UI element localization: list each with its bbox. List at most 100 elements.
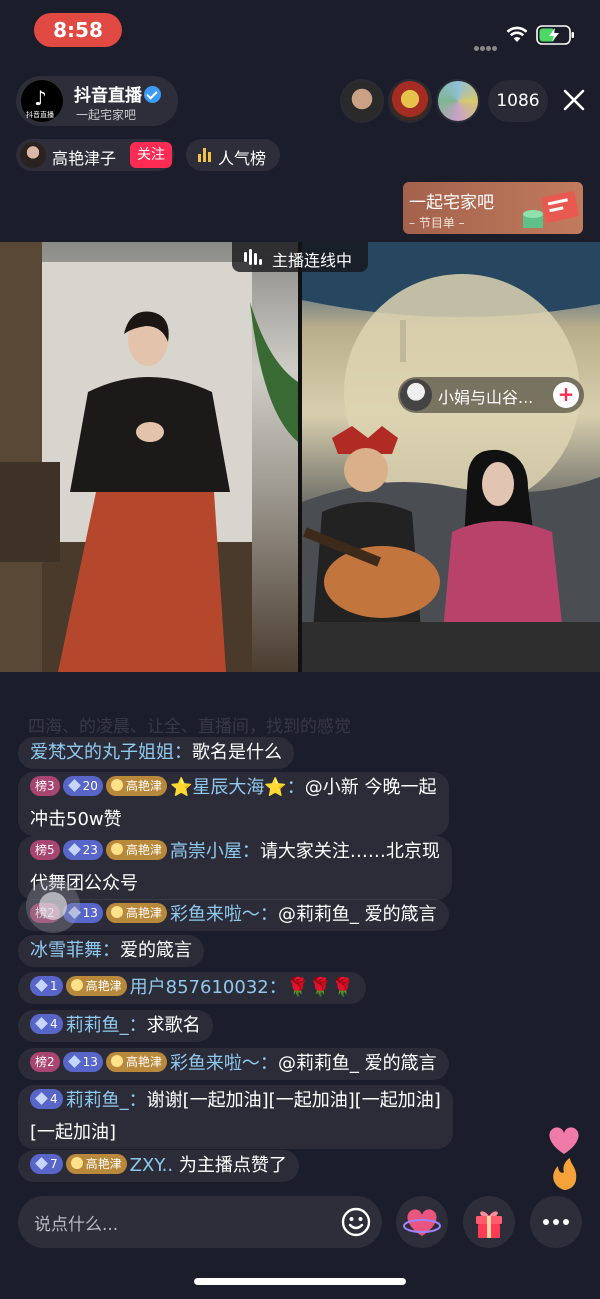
gem-icon [35,1092,48,1105]
host-pill[interactable]: 高艳津子 关注 [16,139,174,171]
chat-message[interactable]: 榜2 13 高艳津 彩鱼来啦～：@莉莉鱼_ 爱的箴言 [18,1048,449,1080]
chat-message[interactable]: 榜5 23 高艳津 高崇小屋：请大家关注……北京现 代舞团公众号 [18,836,452,900]
live-title-text: 抖音直播 [74,86,142,106]
chat-username[interactable]: 高崇小屋： [170,841,260,862]
program-card[interactable]: 一起宅家吧 – 节目单 – [403,182,583,234]
level-badge: 13 [62,1052,103,1072]
chat-faded-message: 四海、的凌晨、让全、直播间，找到的感觉 [28,717,351,737]
chat-username[interactable]: 用户857610032： [130,977,287,998]
guest-name: 小娟与山谷... [438,388,534,407]
verified-icon [144,86,161,103]
chat-message[interactable]: 爱梵文的丸子姐姐：歌名是什么 [18,737,294,769]
chat-message[interactable]: 榜3 20 高艳津 ⭐星辰大海⭐：@小新 今晚一起 冲击50w赞 [18,772,449,836]
host-video-scene [0,242,298,672]
chat-message[interactable]: 4 莉莉鱼_：谢谢[一起加油][一起加油][一起加油] [一起加油] [18,1085,453,1149]
guest-tag[interactable]: 小娟与山谷... + [398,377,584,413]
chat-message[interactable]: 1 高艳津 用户857610032：🌹🌹🌹 [18,972,366,1004]
status-bar: 8:58 [0,0,600,62]
host-video[interactable] [0,242,298,672]
level-badge: 23 [62,840,103,860]
live-video-area[interactable]: 主播连线中 [0,242,600,672]
co-host-link-label: 主播连线中 [272,251,353,270]
fans-coin-icon [110,843,123,855]
level-badge: 4 [30,1089,63,1109]
rank-label: 人气榜 [218,149,267,168]
chat-text-continued: 代舞团公众号 [30,873,138,894]
status-time: 8:58 [34,13,122,47]
chat-text-continued: 冲击50w赞 [30,809,122,830]
assistive-float-button[interactable] [26,879,80,933]
music-note-icon: ♪ [34,86,47,110]
battery-icon [536,25,574,45]
level-badge: 20 [62,776,103,796]
viewer-avatar[interactable] [388,79,432,123]
host-name: 高艳津子 [52,149,117,168]
chat-text: 谢谢[一起加油][一起加油][一起加油] [146,1090,441,1111]
chat-username[interactable]: 彩鱼来啦～： [170,904,278,925]
gem-icon [35,1017,48,1030]
fans-badge: 高艳津 [105,903,167,923]
level-badge: 7 [30,1154,63,1174]
gem-icon [67,1055,81,1068]
gem-icon [35,1157,48,1170]
like-button[interactable] [396,1196,448,1248]
more-icon [543,1219,569,1225]
logo-text: 抖音直播 [26,111,54,119]
rank-badge: 榜3 [30,776,60,796]
chat-username[interactable]: 莉莉鱼_： [66,1090,147,1111]
chat-username[interactable]: 爱梵文的丸子姐姐： [30,742,192,763]
chat-message[interactable]: 7 高艳津 ZXY.. 为主播点赞了 [18,1150,299,1182]
chat-username[interactable]: 莉莉鱼_： [66,1015,147,1036]
home-indicator[interactable] [194,1278,406,1285]
emoji-icon[interactable] [340,1206,372,1238]
gem-icon [35,979,48,992]
program-title: 一起宅家吧 [409,193,494,213]
level-badge: 1 [30,976,63,996]
chat-text: 请大家关注……北京现 [259,841,440,862]
comment-placeholder: 说点什么... [34,1215,119,1235]
chat-message[interactable]: 榜2 13 高艳津 彩鱼来啦～：@莉莉鱼_ 爱的箴言 [18,899,449,931]
fans-coin-icon [110,906,123,918]
live-title: 抖音直播 [74,81,161,106]
guest-avatar[interactable] [400,379,432,411]
guest-follow-button[interactable]: + [553,382,579,408]
chat-username[interactable]: ZXY.. [130,1155,173,1176]
chat-text: 为主播点赞了 [178,1155,287,1176]
chat-text: @莉莉鱼_ 爱的箴言 [277,904,437,925]
more-button[interactable] [530,1196,582,1248]
chat-message[interactable]: 4 莉莉鱼_：求歌名 [18,1010,213,1042]
guest-video-scene [302,242,600,672]
program-subtitle: – 节目单 – [409,216,465,230]
viewer-count[interactable]: 1086 [488,80,548,122]
chat-username[interactable]: 冰雪菲舞： [30,940,120,961]
chat-message[interactable]: 冰雪菲舞：爱的箴言 [18,935,204,967]
viewer-avatar[interactable] [436,79,480,123]
fans-coin-icon [70,1157,83,1169]
chat-username[interactable]: ⭐星辰大海⭐： [170,777,305,798]
fans-coin-icon [110,779,123,791]
chat-text: 爱的箴言 [120,940,192,961]
signal-icon [474,36,498,55]
host-avatar[interactable] [20,142,46,168]
viewer-avatar[interactable] [340,79,384,123]
guest-video[interactable] [302,242,600,672]
comment-input[interactable]: 说点什么... [18,1196,382,1248]
follow-button[interactable]: 关注 [130,142,172,168]
fans-badge: 高艳津 [105,1052,167,1072]
fans-coin-icon [70,979,83,991]
chat-text: @小新 今晚一起 [304,777,437,798]
rank-badge: 榜5 [30,840,60,860]
close-icon[interactable] [562,88,586,112]
live-room-header[interactable]: ♪ 抖音直播 抖音直播 一起宅家吧 [16,76,178,126]
gem-icon [67,843,81,856]
like-icon [403,1209,441,1236]
gift-button[interactable] [463,1196,515,1248]
level-badge: 4 [30,1014,63,1034]
fans-badge: 高艳津 [105,840,167,860]
popularity-rank-button[interactable]: 人气榜 [186,139,280,171]
chat-username[interactable]: 彩鱼来啦～： [170,1053,278,1074]
bar-chart-icon [198,148,212,162]
chat-text: 歌名是什么 [192,742,282,763]
chat-text: @莉莉鱼_ 爱的箴言 [277,1053,437,1074]
chat-text: 🌹🌹🌹 [286,977,354,998]
